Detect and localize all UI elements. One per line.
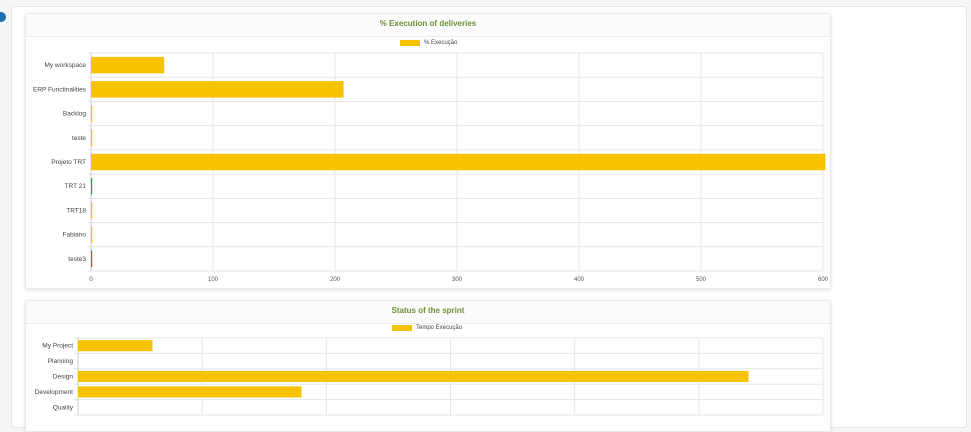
bar (91, 177, 93, 195)
sprint-bar-chart: My Project Planning Design Development Quali… (35, 337, 824, 416)
category-label: Fabiano (63, 232, 87, 239)
bar (91, 153, 826, 171)
collapse-dot-icon[interactable] (0, 12, 6, 22)
x-tick-label: 200 (330, 277, 341, 283)
bar (91, 81, 344, 98)
category-label: Planning (48, 358, 74, 365)
category-label: TRT18 (66, 207, 86, 214)
execution-bar-chart: My workspace ERP Functinalities Backlog tes… (33, 52, 829, 283)
chart-card-sprint: Status of the sprint Tempo Execução My P… (25, 300, 831, 432)
bar (91, 226, 93, 243)
x-tick-label: 400 (574, 277, 585, 283)
bar (91, 202, 93, 219)
category-label: Development (35, 389, 73, 396)
x-tick-label: 500 (696, 277, 707, 283)
category-label: My Project (42, 343, 73, 350)
category-label: Backlog (63, 111, 87, 118)
category-label: My workspace (44, 62, 86, 69)
category-label: ERP Functinalities (33, 86, 87, 93)
category-label: teste (72, 135, 86, 142)
bar (91, 56, 165, 74)
bar (91, 129, 93, 147)
category-label: teste3 (68, 256, 86, 263)
x-tick-label: 100 (208, 277, 219, 283)
x-tick-label: 300 (452, 277, 463, 283)
category-label: Quality (53, 404, 74, 411)
category-label: Design (53, 374, 74, 381)
bar (91, 105, 93, 122)
chart-card-execution: % Execution of deliveries % Execução My … (25, 13, 831, 289)
category-label: TRT 21 (65, 183, 87, 190)
bar (78, 340, 153, 352)
x-tick-label: 0 (89, 277, 93, 283)
x-tick-label: 600 (818, 277, 829, 283)
bar (78, 370, 749, 383)
bar (78, 386, 302, 398)
bar (91, 250, 93, 268)
category-label: Projeto TRT (51, 159, 86, 166)
